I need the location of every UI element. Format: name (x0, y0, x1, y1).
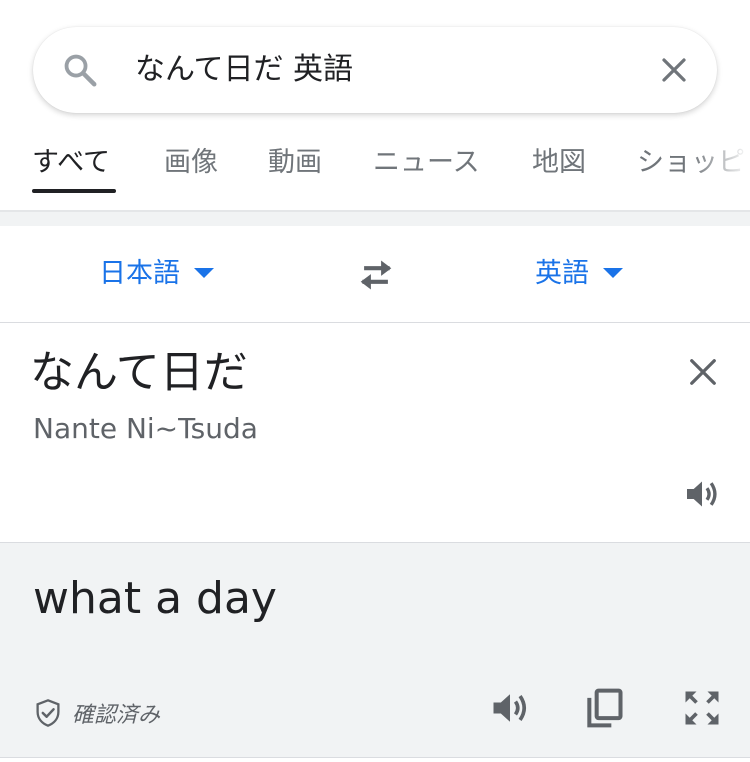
google-translate-page: なんて日だ 英語 すべて 画像 動画 ニュース 地図 ショッピ 日本語 英語 な… (0, 0, 750, 762)
target-language-label: 英語 (535, 258, 589, 289)
source-language-label: 日本語 (99, 258, 180, 289)
tab-news[interactable]: ニュース (373, 145, 480, 181)
tab-images[interactable]: 画像 (164, 145, 218, 181)
tab-videos[interactable]: 動画 (268, 145, 322, 181)
divider-shadow (0, 210, 750, 212)
shield-check-icon (36, 699, 60, 727)
copy-icon[interactable] (582, 686, 626, 730)
verified-label: 確認済み (72, 703, 161, 728)
close-icon[interactable] (688, 357, 718, 387)
active-tab-indicator (32, 189, 116, 193)
source-text-panel: なんて日だ Nante Ni~Tsuda (0, 323, 750, 543)
language-selector-row: 日本語 英語 (0, 226, 750, 323)
tab-all[interactable]: すべて (32, 145, 110, 181)
source-language-dropdown[interactable]: 日本語 (99, 256, 214, 292)
fullscreen-icon[interactable] (680, 686, 724, 730)
source-transliteration: Nante Ni~Tsuda (33, 412, 258, 445)
search-bar[interactable]: なんて日だ 英語 (33, 27, 717, 113)
section-divider (0, 210, 750, 226)
tab-maps[interactable]: 地図 (532, 145, 586, 181)
verified-badge: 確認済み (34, 696, 160, 730)
target-language-dropdown[interactable]: 英語 (535, 256, 623, 292)
swap-arrows-icon[interactable] (355, 258, 397, 292)
translated-text: what a day (33, 573, 277, 624)
speaker-icon[interactable] (682, 474, 722, 514)
close-icon[interactable] (659, 55, 689, 85)
search-tabs: すべて 画像 動画 ニュース 地図 ショッピ (0, 120, 750, 210)
search-input[interactable]: なんて日だ 英語 (135, 51, 353, 89)
source-text-input[interactable]: なんて日だ (30, 345, 248, 401)
translation-result-panel: what a day 確認済み (0, 543, 750, 758)
tab-shopping[interactable]: ショッピ (637, 145, 745, 181)
chevron-down-icon (194, 267, 214, 278)
speaker-icon[interactable] (488, 686, 532, 730)
chevron-down-icon (603, 267, 623, 278)
search-icon[interactable] (61, 51, 99, 89)
